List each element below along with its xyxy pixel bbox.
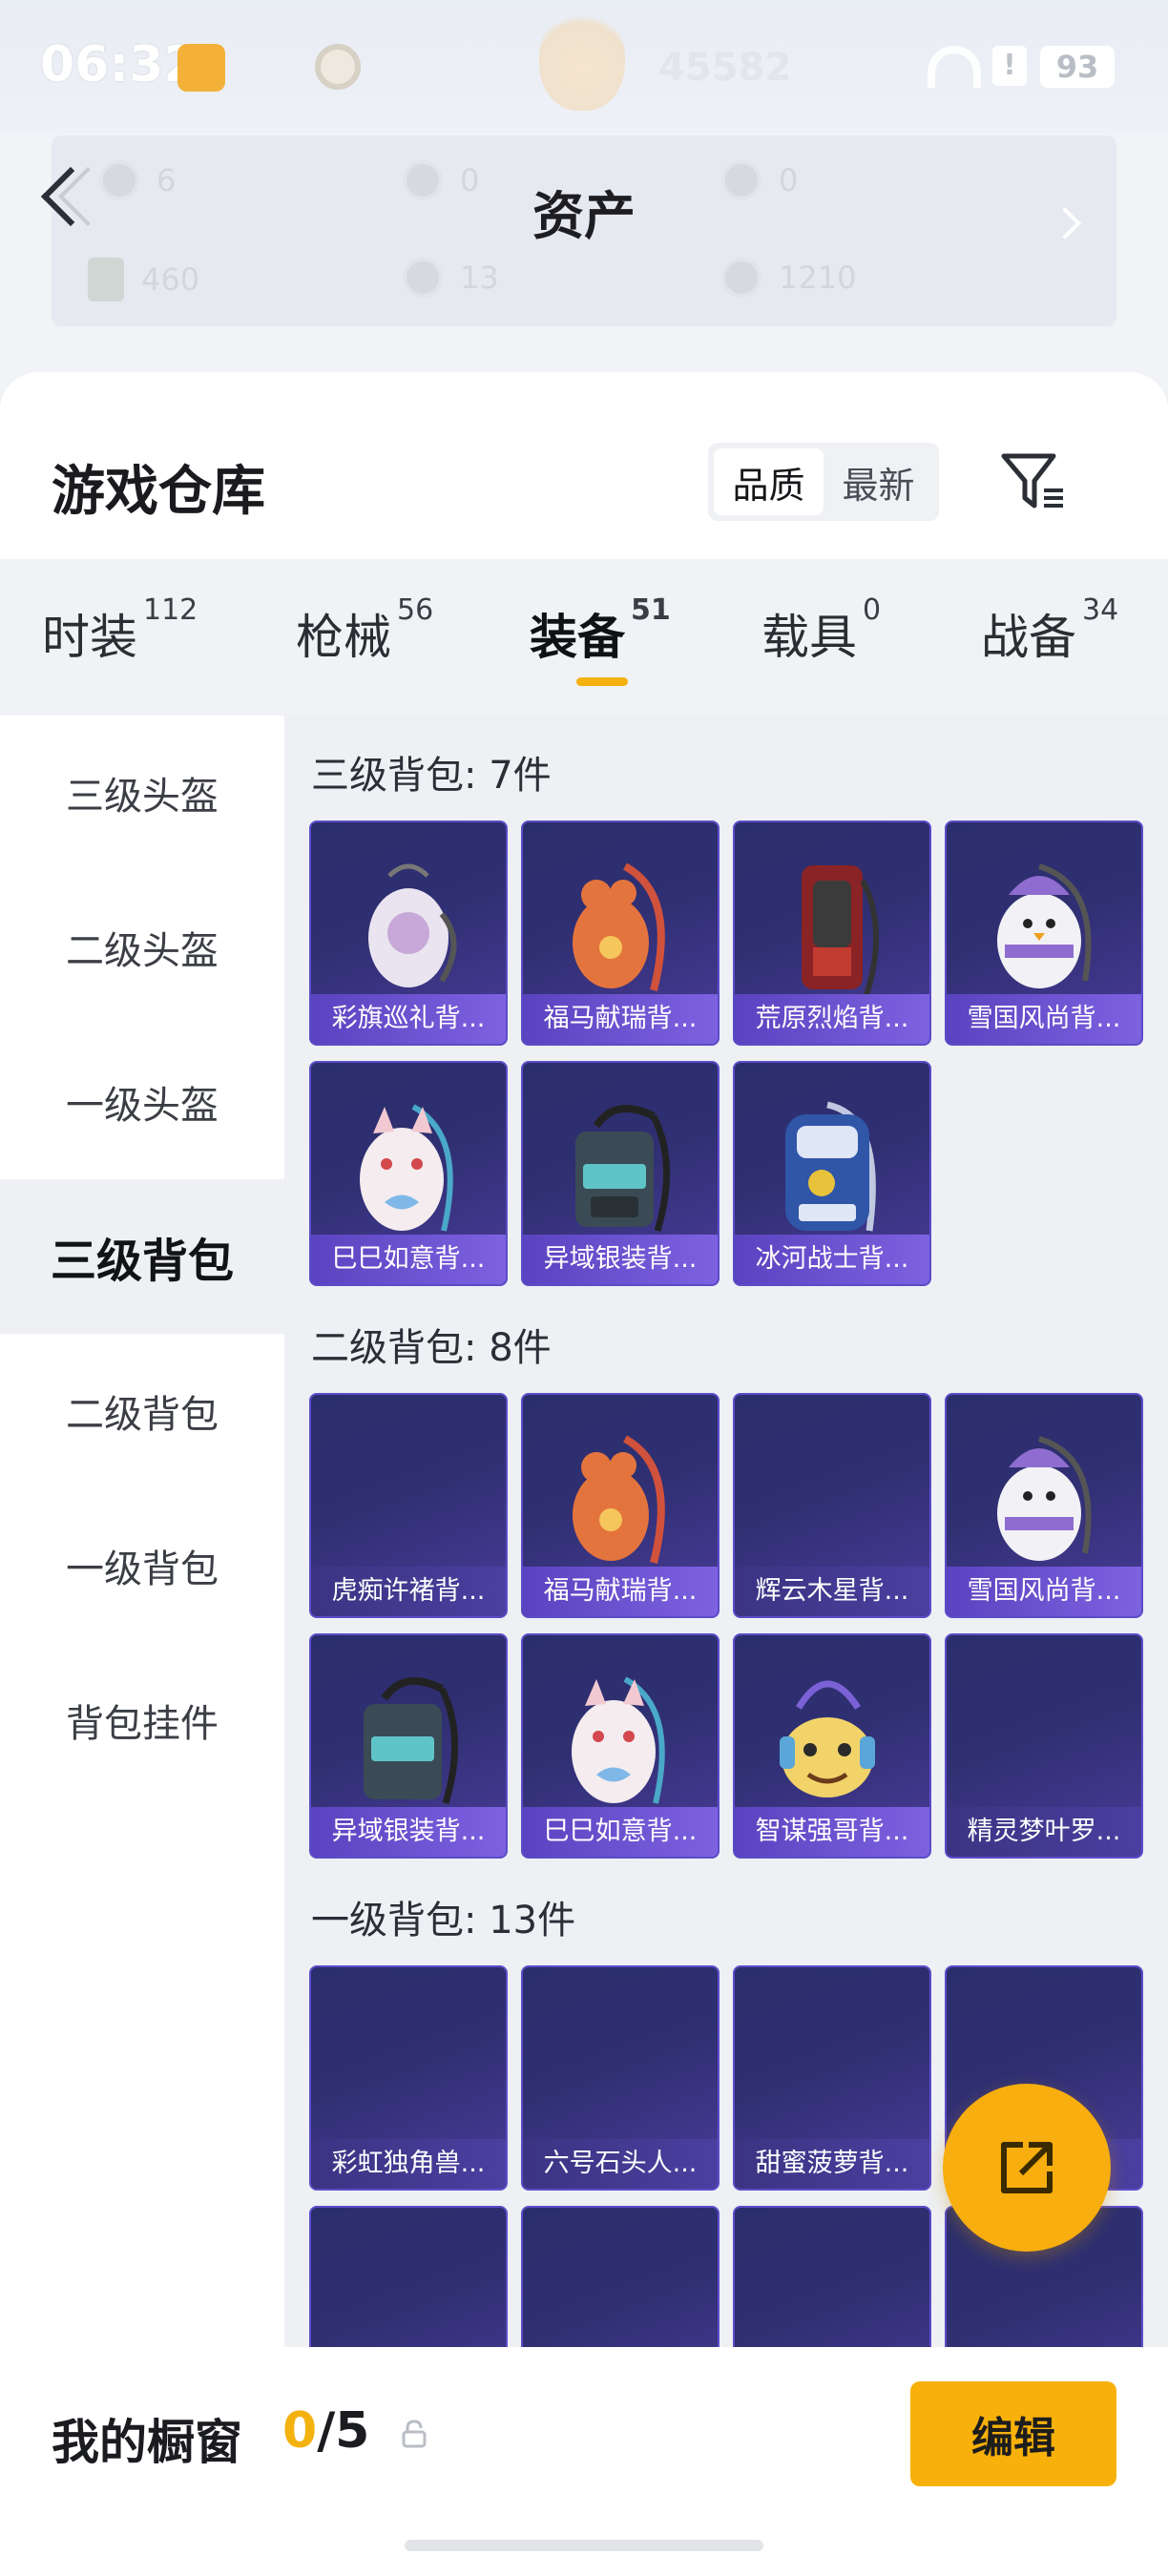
item-tile[interactable]: 荒原烈焰背... xyxy=(733,821,931,1046)
asset-item: 13 xyxy=(403,258,499,298)
sidebar-item-backpack-charm[interactable]: 背包挂件 xyxy=(0,1643,284,1797)
backpack-image xyxy=(785,1101,876,1232)
item-name: 福马献瑞背... xyxy=(523,1567,718,1616)
section-title: 二级背包: 8件 xyxy=(311,1326,552,1370)
sidebar-item-level1-backpack[interactable]: 一级背包 xyxy=(0,1488,284,1643)
edit-button[interactable]: 编辑 xyxy=(910,2381,1116,2486)
item-tile[interactable]: 精灵梦叶罗... xyxy=(945,1633,1143,1859)
item-tile[interactable]: 雪国风尚背... xyxy=(945,821,1143,1046)
tab-firearms[interactable]: 枪械 56 xyxy=(296,593,433,668)
item-tile[interactable]: 冰河战士背... xyxy=(733,1061,931,1286)
status-ghost-number: 45582 xyxy=(658,46,792,90)
sidebar-item-level2-backpack[interactable]: 二级背包 xyxy=(0,1334,284,1488)
item-tile[interactable]: 辉云木星背... xyxy=(733,1393,931,1618)
alert-icon: ! xyxy=(992,46,1027,86)
item-tile[interactable]: 彩虹独角兽... xyxy=(309,1965,508,2191)
item-tile[interactable]: 福马献瑞背... xyxy=(521,821,720,1046)
backpack-image xyxy=(572,1676,665,1805)
tab-combat-gear[interactable]: 战备 34 xyxy=(981,593,1118,668)
sidebar-item-level2-helmet[interactable]: 二级头盔 xyxy=(0,870,284,1025)
item-name: 异域银装背... xyxy=(311,1807,506,1857)
coin-icon xyxy=(721,258,761,298)
share-icon xyxy=(1001,2142,1053,2193)
battery-indicator: 93 xyxy=(1040,46,1115,88)
page-title: 资产 xyxy=(532,186,636,246)
item-name: 彩旗巡礼背... xyxy=(311,994,506,1044)
item-tile[interactable]: 虎痴许褚背... xyxy=(309,1393,508,1618)
warehouse-title: 游戏仓库 xyxy=(52,461,265,523)
backpack-image xyxy=(360,1104,453,1233)
home-indicator[interactable] xyxy=(405,2540,763,2551)
backpack-image xyxy=(575,1105,671,1233)
item-name: 虎痴许褚背... xyxy=(311,1567,506,1616)
backpack-image xyxy=(573,862,665,992)
item-name: 荒原烈焰背... xyxy=(735,994,929,1044)
sidebar-item-level3-backpack[interactable]: 三级背包 xyxy=(0,1179,284,1334)
tab-fashion[interactable]: 时装 112 xyxy=(42,593,198,668)
item-tile[interactable]: 福马献瑞背... xyxy=(521,1393,720,1618)
item-tile[interactable]: 异域银装背... xyxy=(309,1633,508,1859)
section-title: 一级背包: 13件 xyxy=(311,1899,576,1942)
item-name: 六号石头人... xyxy=(523,2139,718,2189)
backpack-image xyxy=(368,863,457,988)
lock-icon xyxy=(402,2420,427,2448)
item-name: 巳巳如意背... xyxy=(311,1235,506,1284)
section-title: 三级背包: 7件 xyxy=(311,754,552,798)
backpack-image xyxy=(364,1677,459,1805)
share-button[interactable] xyxy=(943,2084,1111,2252)
filter-icon[interactable] xyxy=(1000,452,1067,511)
card-icon xyxy=(88,258,124,301)
asset-item: 460 xyxy=(88,258,199,301)
item-tile[interactable]: 智谋强哥背... xyxy=(733,1633,931,1859)
item-name: 福马献瑞背... xyxy=(523,994,718,1044)
item-name: 雪国风尚背... xyxy=(947,994,1141,1044)
backpack-image xyxy=(780,1680,875,1798)
item-name: 异域银装背... xyxy=(523,1235,718,1284)
item-name: 甜蜜菠萝背... xyxy=(735,2139,929,2189)
item-tile[interactable]: 雪国风尚背... xyxy=(945,1393,1143,1618)
tab-vehicles[interactable]: 载具 0 xyxy=(761,593,881,668)
backpack-image xyxy=(573,1435,665,1565)
item-name: 精灵梦叶罗... xyxy=(947,1807,1141,1857)
item-tile[interactable]: 巳巳如意背... xyxy=(309,1061,508,1286)
item-name: 雪国风尚背... xyxy=(947,1567,1141,1616)
sort-toggle: 品质 最新 xyxy=(708,443,939,521)
status-time: 06:32 xyxy=(40,36,198,93)
tab-equipment[interactable]: 装备 51 xyxy=(530,593,671,668)
medal-icon xyxy=(315,44,361,90)
item-tile[interactable]: 巳巳如意背... xyxy=(521,1633,720,1859)
flame-icon xyxy=(539,6,625,111)
sort-latest-button[interactable]: 最新 xyxy=(824,448,933,515)
backpack-image xyxy=(997,1436,1092,1562)
showcase-label: 我的橱窗 xyxy=(52,2415,242,2470)
asset-item: 1210 xyxy=(721,258,856,298)
item-name: 冰河战士背... xyxy=(735,1235,929,1284)
sidebar-item-level1-helmet[interactable]: 一级头盔 xyxy=(0,1025,284,1179)
item-tile[interactable]: 甜蜜菠萝背... xyxy=(733,1965,931,2191)
active-tab-indicator xyxy=(576,677,628,686)
app-notification-icon xyxy=(177,44,225,92)
sidebar-item-level3-helmet[interactable]: 三级头盔 xyxy=(0,716,284,870)
item-name: 巳巳如意背... xyxy=(523,1807,718,1857)
item-name: 智谋强哥背... xyxy=(735,1807,929,1857)
sort-quality-button[interactable]: 品质 xyxy=(714,448,824,515)
item-name: 彩虹独角兽... xyxy=(311,2139,506,2189)
item-tile[interactable]: 彩旗巡礼背... xyxy=(309,821,508,1046)
backpack-image xyxy=(997,863,1092,989)
coin-icon xyxy=(403,258,443,298)
showcase-count: 0/5 xyxy=(282,2402,370,2460)
item-name: 辉云木星背... xyxy=(735,1567,929,1616)
item-tile[interactable]: 六号石头人... xyxy=(521,1965,720,2191)
backpack-image xyxy=(802,865,879,997)
item-tile[interactable]: 异域银装背... xyxy=(521,1061,720,1286)
